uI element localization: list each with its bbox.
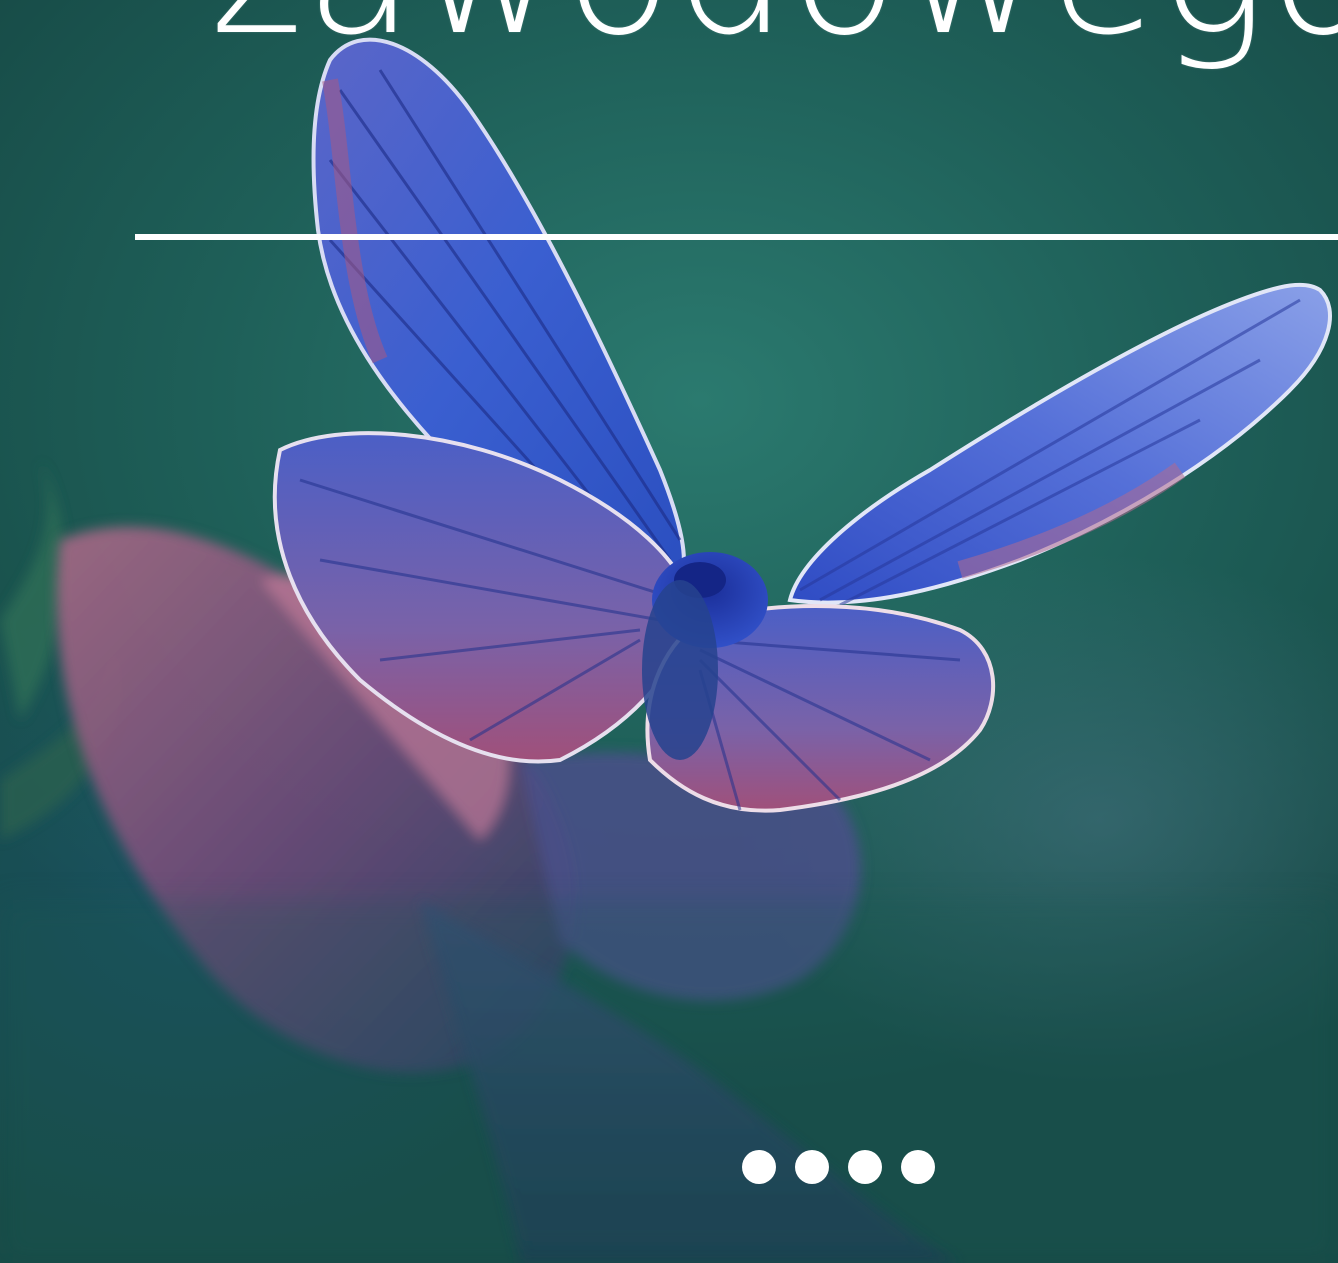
carousel-pagination (742, 1150, 935, 1184)
title-divider (135, 234, 1338, 240)
hero-title: zawodowego (210, 0, 1338, 60)
carousel-dot-2[interactable] (795, 1150, 829, 1184)
butterfly-photo (0, 37, 1338, 1263)
carousel-dot-4[interactable] (901, 1150, 935, 1184)
carousel-dot-1[interactable] (742, 1150, 776, 1184)
carousel-dot-3[interactable] (848, 1150, 882, 1184)
hero-banner: zawodowego (0, 0, 1338, 1263)
